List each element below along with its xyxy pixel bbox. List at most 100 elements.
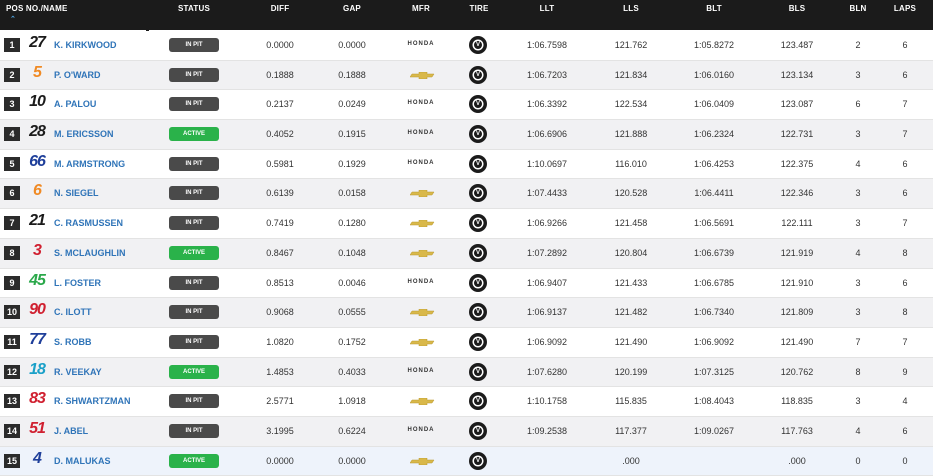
- cell-blt: 1:06.2324: [693, 129, 735, 140]
- driver-name-link[interactable]: R. SHWARTZMAN: [54, 396, 131, 406]
- cell-diff: 0.0000: [266, 40, 294, 50]
- car-number: 21: [29, 212, 46, 230]
- table-row[interactable]: 10 90 C. ILOTT IN PIT 0.9068 0.0555 1:06.9137 1…: [0, 298, 933, 328]
- table-row[interactable]: 12 18 R. VEEKAY ACTIVE 1.4853 0.4033 1:07.6280…: [0, 357, 933, 388]
- col-header-pos-name[interactable]: POS NO./NAME: [6, 4, 68, 13]
- cell-bln: 8: [855, 366, 861, 377]
- cell-diff: 0.7419: [266, 218, 294, 229]
- cell-bln: 3: [855, 218, 861, 229]
- table-row[interactable]: 7 21 C. RASMUSSEN IN PIT 0.7419 0.1280 1:06.92…: [0, 209, 933, 239]
- col-header-mfr[interactable]: MFR: [391, 4, 451, 13]
- tire-mark-icon: V: [475, 71, 480, 78]
- cell-llt: 1:06.9266: [526, 218, 568, 229]
- table-row[interactable]: 8 3 S. MCLAUGHLIN ACTIVE 0.8467 0.1048 1:07.28…: [0, 238, 933, 269]
- cell-laps: 6: [902, 69, 908, 80]
- cell-gap: 0.4033: [338, 366, 366, 377]
- cell-llt: 1:10.1758: [526, 396, 568, 407]
- cell-lls: 120.528: [614, 188, 648, 199]
- table-row[interactable]: 13 83 R. SHWARTZMAN IN PIT 2.5771 1.0918 1:10.…: [0, 387, 933, 417]
- table-header: POS NO./NAME ⌃ STATUS DIFF GAP MFR TIRE …: [0, 0, 933, 30]
- sort-caret-icon[interactable]: ⌃: [10, 15, 16, 23]
- table-row[interactable]: 3 10 A. PALOU IN PIT 0.2137 0.0249 1:06.3392 12…: [0, 90, 933, 121]
- col-header-bls[interactable]: BLS: [757, 4, 837, 13]
- col-header-tire[interactable]: TIRE: [449, 4, 509, 13]
- tire-mark-icon: V: [475, 249, 480, 256]
- table-row[interactable]: 2 5 P. O'WARD IN PIT 0.1888 0.1888 1:06.7203 12…: [0, 60, 933, 91]
- status-badge: IN PIT: [169, 38, 219, 52]
- tire-icon: V: [469, 392, 487, 411]
- driver-name-link[interactable]: K. KIRKWOOD: [54, 40, 117, 50]
- driver-name-link[interactable]: S. ROBB: [54, 337, 92, 347]
- driver-name-link[interactable]: D. MALUKAS: [54, 456, 111, 466]
- col-header-lls[interactable]: LLS: [591, 4, 671, 13]
- table-row[interactable]: 15 4 D. MALUKAS ACTIVE 0.0000 0.0000 .000 .000 V…: [0, 446, 933, 476]
- driver-name-link[interactable]: P. O'WARD: [54, 70, 100, 80]
- table-row[interactable]: 6 6 N. SIEGEL IN PIT 0.6139 0.0158 1:07.4433 12…: [0, 179, 933, 210]
- col-header-blt[interactable]: BLT: [674, 4, 754, 13]
- driver-name-link[interactable]: C. ILOTT: [54, 307, 92, 317]
- cell-gap: 0.0249: [338, 99, 366, 110]
- car-number: 4: [33, 449, 42, 467]
- cell-lls: 115.835: [615, 396, 647, 407]
- position-badge: 11: [4, 334, 20, 349]
- cell-llt: 1:09.2538: [526, 425, 568, 436]
- cell-laps: 7: [902, 218, 908, 229]
- cell-laps: 8: [902, 247, 908, 258]
- status-badge: IN PIT: [169, 97, 219, 112]
- driver-name-link[interactable]: C. RASMUSSEN: [54, 218, 123, 228]
- cell-blt: 1:09.0267: [693, 425, 735, 436]
- tire-icon: V: [469, 95, 487, 114]
- table-row[interactable]: 4 28 M. ERICSSON ACTIVE 0.4052 0.1915 1:06.690…: [0, 120, 933, 150]
- driver-name-link[interactable]: L. FOSTER: [54, 278, 101, 288]
- tire-mark-icon: V: [475, 309, 480, 316]
- col-header-bln[interactable]: BLN: [838, 4, 878, 13]
- driver-name-link[interactable]: A. PALOU: [54, 99, 96, 109]
- tire-icon: V: [469, 184, 487, 203]
- cell-bls: 122.346: [780, 188, 814, 199]
- car-number: 3: [33, 241, 42, 259]
- cell-diff: 0.8513: [266, 277, 294, 288]
- cell-bls: 121.910: [780, 277, 814, 288]
- tire-mark-icon: V: [475, 220, 480, 227]
- cell-gap: 0.0555: [338, 307, 366, 318]
- driver-name-link[interactable]: R. VEEKAY: [54, 367, 102, 377]
- col-header-status[interactable]: STATUS: [169, 4, 219, 13]
- col-header-llt[interactable]: LLT: [507, 4, 587, 13]
- cell-laps: 7: [902, 129, 908, 140]
- col-header-diff[interactable]: DIFF: [240, 4, 320, 13]
- cell-bln: 0: [855, 455, 861, 466]
- cell-bln: 3: [855, 277, 861, 288]
- cell-gap: 0.6224: [338, 425, 366, 436]
- cell-bls: 122.731: [780, 129, 814, 140]
- table-row[interactable]: 9 45 L. FOSTER IN PIT 0.8513 0.0046 1:06.9407 1…: [0, 268, 933, 299]
- car-number: 18: [29, 360, 46, 378]
- status-badge: IN PIT: [169, 67, 219, 82]
- position-badge: 1: [4, 38, 20, 52]
- timing-scoring-table: POS NO./NAME ⌃ STATUS DIFF GAP MFR TIRE …: [0, 0, 933, 476]
- cell-diff: 0.6139: [266, 188, 294, 199]
- driver-name-link[interactable]: M. ERICSSON: [54, 129, 114, 139]
- driver-name-link[interactable]: M. ARMSTRONG: [54, 159, 125, 169]
- status-badge: IN PIT: [169, 394, 219, 409]
- cell-diff: 2.5771: [266, 396, 294, 407]
- cell-lls: 117.377: [615, 425, 647, 436]
- driver-name-link[interactable]: S. MCLAUGHLIN: [54, 248, 126, 258]
- cell-diff: 0.1888: [266, 69, 294, 80]
- table-row[interactable]: 1 27 K. KIRKWOOD IN PIT 0.0000 0.0000 1:06.759…: [0, 31, 933, 61]
- table-row[interactable]: 11 77 S. ROBB IN PIT 1.0820 0.1752 1:06.9092 12…: [0, 327, 933, 358]
- cell-bln: 6: [855, 99, 861, 110]
- cell-blt: 1:06.9092: [693, 336, 735, 347]
- col-header-laps[interactable]: LAPS: [885, 4, 925, 13]
- tire-mark-icon: V: [475, 398, 480, 405]
- position-badge: 5: [4, 156, 20, 171]
- driver-name-link[interactable]: N. SIEGEL: [54, 188, 99, 198]
- table-row[interactable]: 5 66 M. ARMSTRONG IN PIT 0.5981 0.1929 1:10.06…: [0, 149, 933, 180]
- col-header-gap[interactable]: GAP: [312, 4, 392, 13]
- cell-lls: 120.804: [614, 247, 648, 258]
- position-badge: 6: [4, 186, 20, 201]
- cell-blt: 1:06.6739: [693, 247, 735, 258]
- table-row[interactable]: 14 51 J. ABEL IN PIT 3.1995 0.6224 1:09.2538 11…: [0, 416, 933, 447]
- tire-mark-icon: V: [475, 42, 480, 48]
- cell-blt: 1:06.4411: [694, 188, 734, 199]
- driver-name-link[interactable]: J. ABEL: [54, 426, 88, 436]
